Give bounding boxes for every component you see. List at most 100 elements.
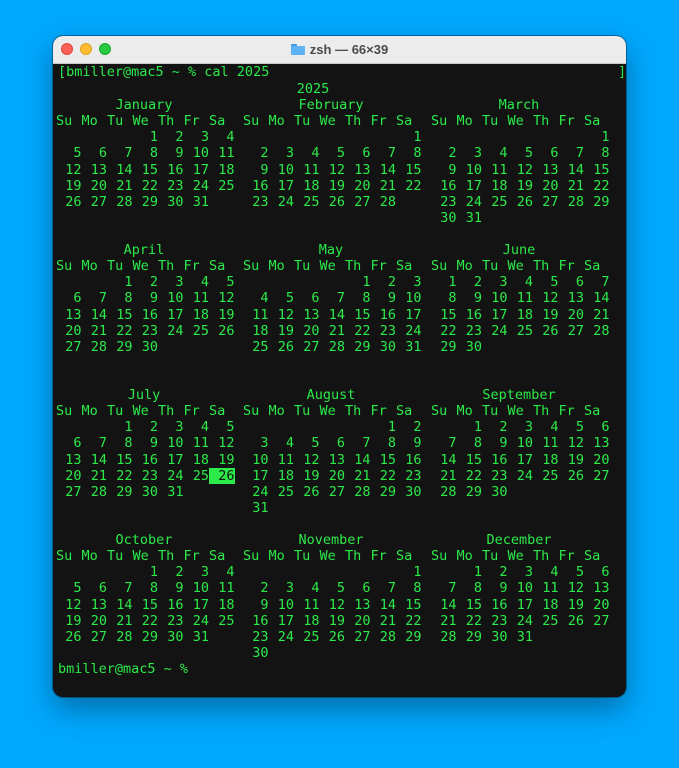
week-row: 17 18 19 20 21 22 23 bbox=[243, 467, 422, 484]
day-cell: 7 bbox=[448, 580, 457, 597]
day-cell: 6 bbox=[311, 290, 320, 307]
day-cell: 21 bbox=[567, 177, 584, 194]
weekday-label: Tu bbox=[294, 258, 311, 274]
day-cell: 5 bbox=[226, 419, 235, 436]
day-cell: 17 bbox=[192, 161, 209, 178]
weekday-label: Fr bbox=[558, 548, 575, 564]
day-cell: 23 bbox=[465, 322, 482, 339]
day-cell: 25 bbox=[192, 322, 209, 339]
day-cell: 27 bbox=[303, 338, 320, 355]
week-row: 123456 bbox=[431, 564, 610, 580]
week-row: 5 6 7 8 9 10 11 bbox=[56, 580, 234, 597]
empty-cell bbox=[107, 564, 133, 580]
day-cell: 9 bbox=[413, 435, 422, 452]
weekday-label: Th bbox=[533, 258, 550, 274]
day-cell: 13 bbox=[90, 596, 107, 613]
day-cell: 30 bbox=[252, 645, 269, 662]
day-cell: 16 bbox=[491, 596, 508, 613]
terminal-window[interactable]: zsh — 66×39 [bmiller@mac5 ~ % cal 2025 ]… bbox=[53, 36, 626, 697]
day-cell: 10 bbox=[252, 451, 269, 468]
day-cell: 17 bbox=[252, 467, 269, 484]
day-cell: 2 bbox=[260, 145, 269, 162]
day-cell: 26 bbox=[516, 193, 533, 210]
empty-cell bbox=[533, 129, 559, 145]
month-september: September Su Mo Tu We Th Fr Sa 1 2 3 4 5 6 7 8 9 10 11 12 13… bbox=[431, 387, 610, 500]
weekday-label: We bbox=[132, 403, 149, 419]
week-row: 14 15 16 17 18 19 20 bbox=[431, 452, 609, 468]
day-cell: 21 bbox=[593, 306, 610, 323]
month-july: July Su Mo Tu We Th Fr Sa 1 2 3 4 5 6 7 8 9 10 11 12 13 14 15 1… bbox=[56, 387, 235, 500]
week-row: 28 29 30 31 bbox=[431, 629, 607, 645]
weekday-label: Sa bbox=[209, 113, 226, 129]
weekday-label: Tu bbox=[107, 258, 124, 274]
shell-prompt[interactable]: bmiller@mac5 ~ % bbox=[58, 661, 196, 677]
window-title: zsh — 66×39 bbox=[53, 36, 626, 63]
day-cell: 22 bbox=[141, 612, 158, 629]
week-row: 1 bbox=[243, 564, 421, 580]
day-cell: 3 bbox=[175, 419, 184, 436]
empty-cell bbox=[559, 484, 585, 500]
day-cell: 30 bbox=[167, 628, 184, 645]
week-row: 18 19 20 21 22 23 24 bbox=[243, 322, 421, 339]
day-cell: 8 bbox=[149, 145, 158, 162]
week-row: 29 30 bbox=[431, 339, 607, 355]
day-cell: 4 bbox=[260, 290, 269, 307]
title-bar[interactable]: zsh — 66×39 bbox=[53, 36, 626, 64]
day-cell: 26 bbox=[277, 338, 294, 355]
day-cell: 11 bbox=[303, 161, 320, 178]
weekday-header: Su Mo Tu We Th Fr Sa bbox=[431, 258, 607, 274]
day-cell: 19 bbox=[277, 322, 294, 339]
day-cell: 1 bbox=[124, 419, 133, 436]
day-cell: 15 bbox=[593, 161, 610, 178]
empty-cell bbox=[345, 419, 371, 435]
weekday-label: Th bbox=[158, 403, 175, 419]
day-cell: 9 bbox=[473, 290, 482, 307]
day-cell: 15 bbox=[379, 451, 396, 468]
weekday-label: Th bbox=[533, 403, 550, 419]
weekday-header: Su Mo Tu We Th Fr Sa bbox=[243, 403, 419, 419]
empty-cell bbox=[559, 210, 585, 226]
month-name: March bbox=[498, 97, 540, 113]
day-cell: 7 bbox=[387, 145, 396, 162]
day-cell: 6 bbox=[98, 580, 107, 597]
empty-cell bbox=[584, 210, 610, 226]
day-cell: 7 bbox=[124, 145, 133, 162]
week-row: 21 22 23 24 25 26 27 bbox=[431, 468, 609, 484]
day-cell: 7 bbox=[448, 435, 457, 452]
weekday-label: Su bbox=[243, 113, 260, 129]
day-cell: 5 bbox=[73, 145, 82, 162]
weekday-header: Su Mo Tu We Th Fr Sa bbox=[431, 113, 607, 129]
weekday-header: Su Mo Tu We Th Fr Sa bbox=[243, 258, 419, 274]
day-cell: 17 bbox=[516, 596, 533, 613]
day-cell: 8 bbox=[387, 435, 396, 452]
weekday-label: Tu bbox=[294, 403, 311, 419]
day-cell: 7 bbox=[336, 290, 345, 307]
day-cell: 12 bbox=[218, 290, 235, 307]
day-cell: 20 bbox=[303, 322, 320, 339]
day-cell: 14 bbox=[440, 596, 457, 613]
day-cell: 20 bbox=[90, 612, 107, 629]
weekday-label: Sa bbox=[396, 113, 413, 129]
month-april: April Su Mo Tu We Th Fr Sa 1 2 3 4 5 6 7 8 9 10 11 12 13 14 15… bbox=[56, 242, 235, 355]
day-cell: 16 bbox=[379, 306, 396, 323]
day-cell: 20 bbox=[65, 322, 82, 339]
day-cell: 15 bbox=[141, 596, 158, 613]
day-cell: 30 bbox=[440, 210, 457, 227]
day-cell: 9 bbox=[448, 161, 457, 178]
day-cell: 12 bbox=[65, 596, 82, 613]
day-cell: 23 bbox=[405, 467, 422, 484]
day-cell: 4 bbox=[524, 274, 533, 291]
day-cell: 22 bbox=[465, 612, 482, 629]
terminal-content[interactable]: [bmiller@mac5 ~ % cal 2025 ] 2025 Januar… bbox=[53, 64, 626, 697]
day-cell: 13 bbox=[65, 306, 82, 323]
empty-cell bbox=[533, 210, 559, 226]
day-cell: 19 bbox=[328, 177, 345, 194]
empty-cell bbox=[508, 129, 534, 145]
day-cell: 16 bbox=[141, 306, 158, 323]
day-cell: 15 bbox=[405, 596, 422, 613]
day-cell: 22 bbox=[405, 612, 422, 629]
weekday-header: Su Mo Tu We Th Fr Sa bbox=[56, 258, 232, 274]
empty-cell bbox=[209, 339, 235, 355]
week-row: 9 10 11 12 13 14 15 bbox=[243, 596, 422, 613]
day-cell: 28 bbox=[379, 628, 396, 645]
